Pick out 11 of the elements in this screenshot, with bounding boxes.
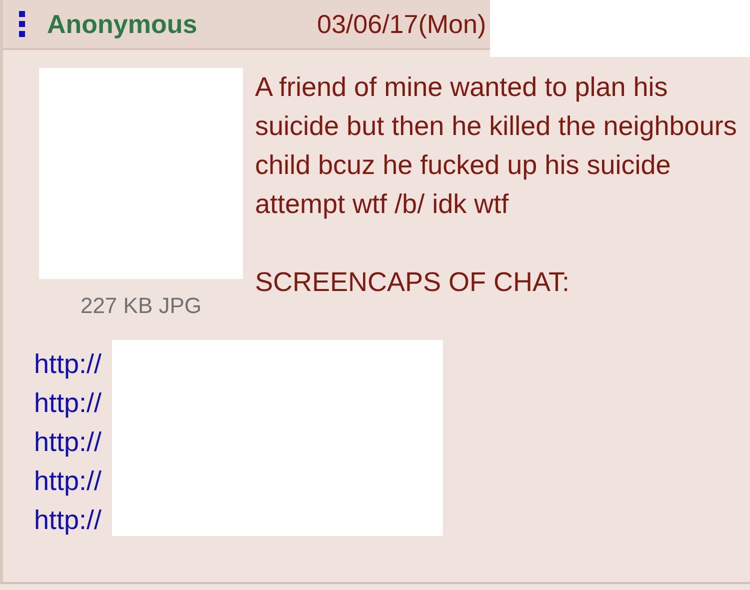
menu-icon[interactable] [19,11,25,37]
link[interactable]: http:// [34,501,102,540]
poster-name: Anonymous [47,8,198,40]
message-text: SCREENCAPS OF CHAT: [255,266,571,299]
post-date: 03/06/17(Mon) [317,8,486,40]
link[interactable]: http:// [34,345,102,384]
link[interactable]: http:// [34,384,102,423]
message-text: A friend of mine wanted to plan his suicide but then he killed the neighbours child bcuz he fucked up his suicide attempt wtf /b/ idk wtf [255,71,738,221]
file-info[interactable]: 227 KB JPG [80,293,202,319]
link[interactable]: http:// [34,462,102,501]
link[interactable]: http:// [34,423,102,462]
